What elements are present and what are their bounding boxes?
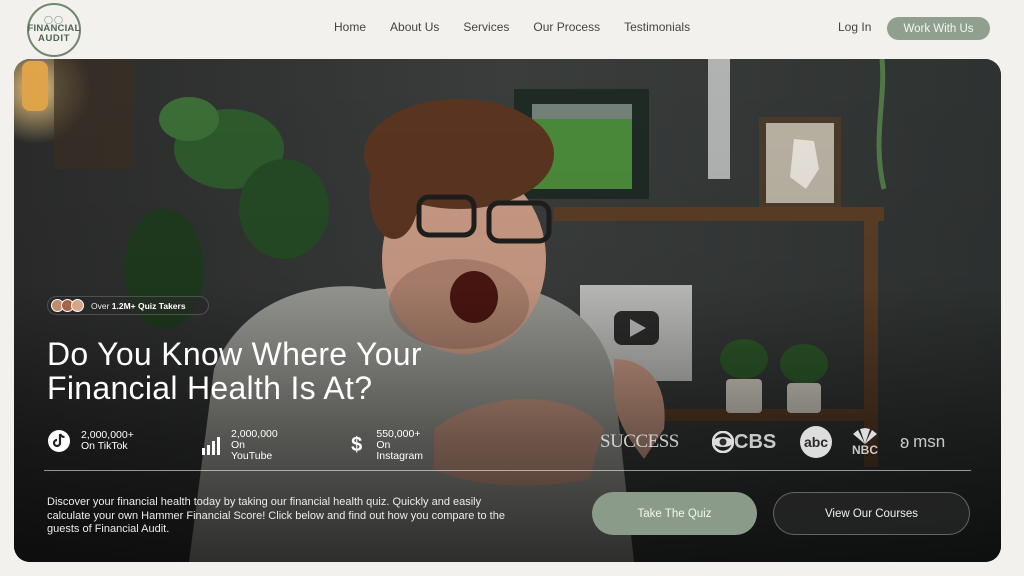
badge-prefix: Over <box>91 300 112 311</box>
hero-section: Over 1.2M+ Quiz Takers Do You Know Where… <box>14 59 1001 562</box>
nav-our-process[interactable]: Our Process <box>533 20 600 34</box>
butterfly-icon: ʚ <box>900 431 910 452</box>
take-quiz-button[interactable]: Take The Quiz <box>592 492 757 535</box>
cbs-text: CBS <box>734 430 777 453</box>
stat-label: On YouTube <box>231 439 273 462</box>
divider <box>44 470 971 471</box>
headline-line1: Do You Know Where Your <box>47 336 422 372</box>
financial-audit-logo[interactable]: ◯◯ FINANCIAL AUDIT <box>27 3 81 57</box>
stat-text: 550,000+ On Instagram <box>376 429 427 462</box>
stat-tiktok: 2,000,000+ On TikTok <box>47 429 134 453</box>
login-link[interactable]: Log In <box>838 20 871 34</box>
success-logo: SUCCESS <box>600 431 679 452</box>
cbs-eye-icon <box>712 431 734 453</box>
nav-about-us[interactable]: About Us <box>390 20 439 34</box>
dollar-icon: $ <box>351 434 363 456</box>
stat-instagram: $ 550,000+ On Instagram <box>347 429 428 462</box>
abc-logo: abc <box>800 425 832 459</box>
avatar <box>71 299 84 312</box>
logo-text-line2: AUDIT <box>37 33 71 44</box>
nbc-text: NBC <box>852 443 878 457</box>
badge-text: Over 1.2M+ Quiz Takers <box>91 301 186 311</box>
nav-services[interactable]: Services <box>463 20 509 34</box>
tiktok-icon <box>47 429 71 453</box>
stat-label: On Instagram <box>376 439 424 462</box>
headline-line2: Financial Health Is At? <box>47 370 373 406</box>
main-menu: Home About Us Services Our Process Testi… <box>334 20 714 34</box>
hero-description: Discover your financial health today by … <box>47 496 505 535</box>
cbs-logo: CBS <box>712 425 776 459</box>
hero-headline: Do You Know Where Your Financial Health … <box>47 337 507 405</box>
abc-text: abc <box>800 426 832 458</box>
badge-count: 1.2M+ Quiz Takers <box>111 300 186 311</box>
quiz-takers-badge: Over 1.2M+ Quiz Takers <box>47 296 209 315</box>
nav-home[interactable]: Home <box>334 20 366 34</box>
nav-testimonials[interactable]: Testimonials <box>624 20 690 34</box>
work-with-us-button[interactable]: Work With Us <box>887 17 990 40</box>
top-nav: ◯◯ FINANCIAL AUDIT Home About Us Service… <box>0 0 1024 58</box>
signal-bars-icon <box>199 434 221 458</box>
stat-text: 2,000,000 On YouTube <box>231 429 280 462</box>
peacock-icon <box>853 428 877 444</box>
stat-label: On TikTok <box>81 440 128 452</box>
stat-youtube: 2,000,000 On YouTube <box>199 429 280 462</box>
stat-text: 2,000,000+ On TikTok <box>81 430 134 452</box>
nbc-logo: NBC <box>850 425 880 459</box>
avatar-group <box>51 299 84 312</box>
msn-logo: ʚ msn <box>900 425 945 459</box>
msn-text: msn <box>913 432 946 451</box>
view-courses-button[interactable]: View Our Courses <box>773 492 970 535</box>
